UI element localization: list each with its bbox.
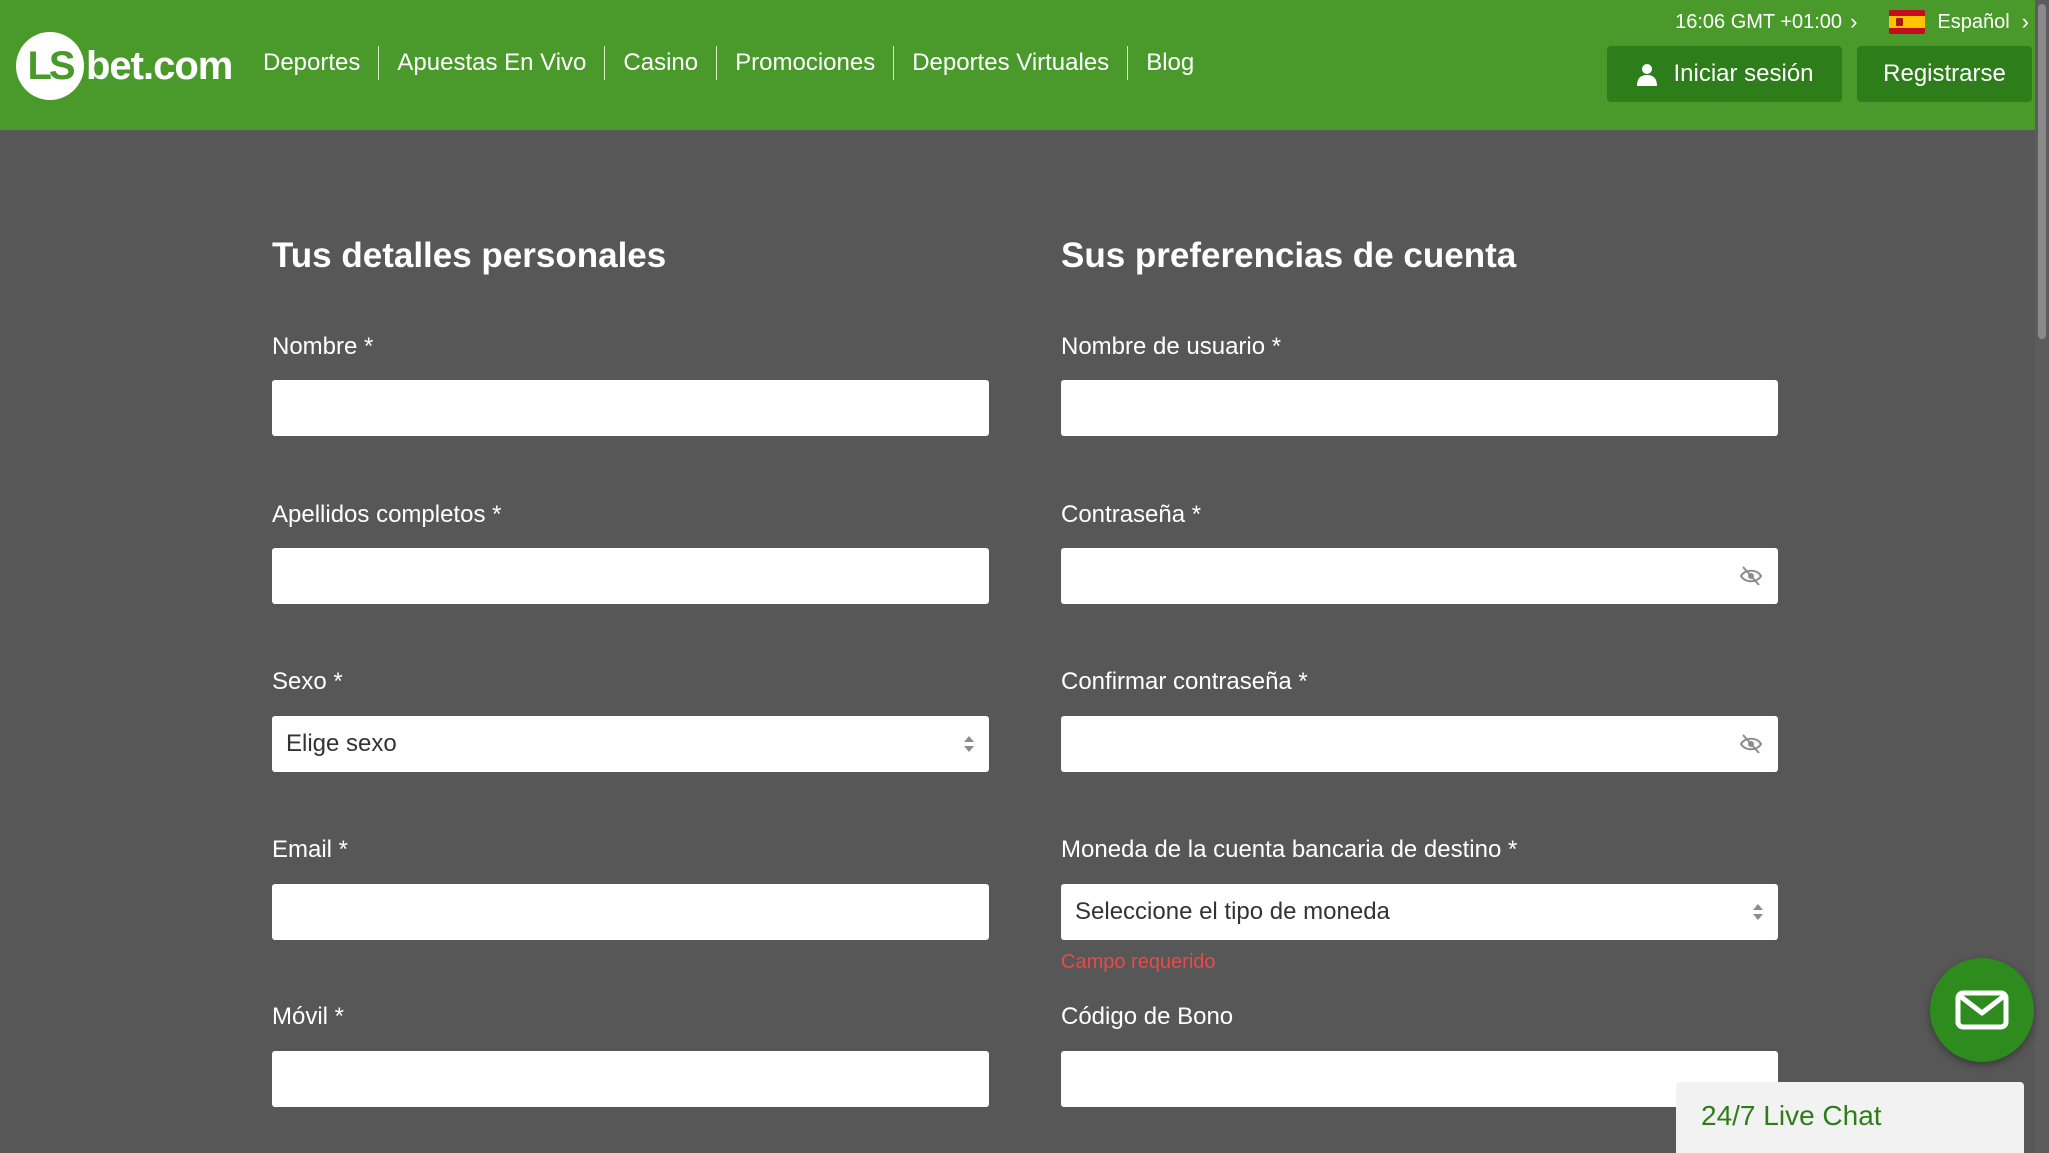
eye-slash-icon[interactable] (1740, 734, 1762, 754)
first-name-label: Nombre * (272, 333, 374, 360)
currency-label: Moneda de la cuenta bancaria de destino … (1061, 836, 1518, 863)
last-name-input[interactable] (272, 548, 989, 604)
page-scrollbar[interactable] (2035, 0, 2049, 1153)
select-arrows-icon (1753, 904, 1763, 920)
logo-text: bet.com (86, 43, 233, 88)
site-logo[interactable]: LS bet.com (16, 30, 233, 102)
time-display: 16:06 GMT +01:00 (1675, 10, 1843, 33)
user-icon (1637, 64, 1658, 86)
account-preferences-title: Sus preferencias de cuenta (1061, 236, 1517, 275)
nav-item-apuestas-en-vivo[interactable]: Apuestas En Vivo (378, 46, 604, 80)
register-button[interactable]: Registrarse (1857, 46, 2032, 102)
login-button[interactable]: Iniciar sesión (1607, 46, 1842, 102)
password-label: Contraseña * (1061, 501, 1202, 528)
language-selector[interactable]: Español › (1889, 10, 2029, 34)
last-name-label: Apellidos completos * (272, 501, 502, 528)
contact-button[interactable] (1930, 958, 2034, 1062)
nav-item-promociones[interactable]: Promociones (716, 46, 893, 80)
eye-slash-icon[interactable] (1740, 566, 1762, 586)
nav-item-casino[interactable]: Casino (604, 46, 716, 80)
nav-item-deportes[interactable]: Deportes (245, 46, 378, 80)
currency-select[interactable]: Seleccione el tipo de moneda (1061, 884, 1778, 940)
username-input[interactable] (1061, 380, 1778, 436)
chevron-right-icon: › (1850, 9, 1858, 34)
username-label: Nombre de usuario * (1061, 333, 1282, 360)
currency-error-message: Campo requerido (1061, 951, 1216, 973)
select-arrows-icon (964, 736, 974, 752)
mobile-label: Móvil * (272, 1003, 345, 1030)
confirm-password-label: Confirmar contraseña * (1061, 668, 1308, 695)
gender-selected: Elige sexo (286, 730, 397, 757)
envelope-icon (1955, 990, 2009, 1030)
nav-item-blog[interactable]: Blog (1127, 46, 1212, 80)
bonus-code-label: Código de Bono (1061, 1003, 1234, 1030)
top-header: LS bet.com Deportes Apuestas En Vivo Cas… (0, 0, 2049, 130)
nav-item-deportes-virtuales[interactable]: Deportes Virtuales (893, 46, 1127, 80)
spain-flag-icon (1889, 10, 1926, 34)
first-name-input[interactable] (272, 380, 989, 436)
login-label: Iniciar sesión (1673, 60, 1814, 87)
personal-details-title: Tus detalles personales (272, 236, 667, 275)
gender-label: Sexo * (272, 668, 343, 695)
confirm-password-input[interactable] (1061, 716, 1778, 772)
live-chat-bar[interactable]: 24/7 Live Chat (1676, 1082, 2024, 1153)
logo-mark: LS (16, 32, 84, 100)
password-input[interactable] (1061, 548, 1778, 604)
email-label: Email * (272, 836, 349, 863)
currency-selected: Seleccione el tipo de moneda (1075, 898, 1390, 925)
timezone-selector[interactable]: 16:06 GMT +01:00 › (1675, 11, 1857, 34)
gender-select[interactable]: Elige sexo (272, 716, 989, 772)
chevron-right-icon: › (2021, 9, 2029, 34)
mobile-input[interactable] (272, 1051, 989, 1107)
language-label: Español (1937, 10, 2010, 33)
bonus-code-input[interactable] (1061, 1051, 1778, 1107)
scroll-thumb[interactable] (2038, 4, 2046, 339)
email-input[interactable] (272, 884, 989, 940)
top-utilities: 16:06 GMT +01:00 › Español › (1675, 10, 2029, 34)
main-nav: Deportes Apuestas En Vivo Casino Promoci… (245, 46, 1212, 80)
